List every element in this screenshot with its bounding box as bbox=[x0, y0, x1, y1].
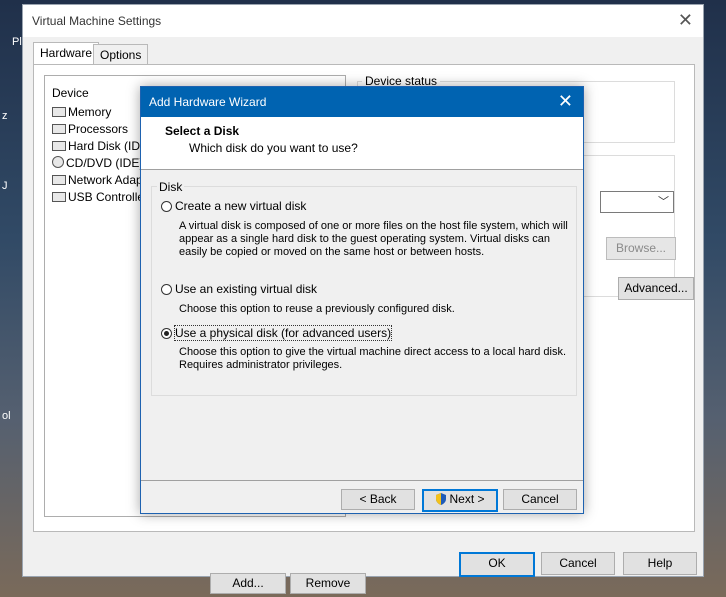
device-item-memory[interactable]: Memory bbox=[52, 104, 111, 120]
processor-icon bbox=[52, 124, 66, 134]
radio-label: Use a physical disk (for advanced users) bbox=[173, 325, 393, 341]
device-item-hard-disk[interactable]: Hard Disk (IDE) bbox=[52, 138, 152, 154]
radio-button[interactable] bbox=[161, 284, 172, 295]
cancel-button[interactable]: Cancel bbox=[503, 489, 577, 510]
option-description: A virtual disk is composed of one or mor… bbox=[179, 220, 568, 258]
next-label: Next > bbox=[449, 492, 485, 506]
device-label: Processors bbox=[68, 122, 129, 136]
wizard-subheading: Which disk do you want to use? bbox=[189, 141, 358, 155]
radio-button[interactable] bbox=[161, 328, 172, 339]
tab-hardware[interactable]: Hardware bbox=[33, 42, 100, 65]
device-column-header: Device bbox=[52, 86, 89, 100]
close-icon[interactable]: ✕ bbox=[678, 11, 693, 29]
device-item-processors[interactable]: Processors bbox=[52, 121, 128, 137]
cancel-button[interactable]: Cancel bbox=[541, 552, 615, 575]
remove-button[interactable]: Remove bbox=[290, 573, 366, 594]
device-item-usb[interactable]: USB Controller bbox=[52, 189, 148, 205]
vm-window-title: Virtual Machine Settings bbox=[32, 14, 162, 28]
shield-icon bbox=[436, 493, 447, 505]
network-icon bbox=[52, 175, 66, 185]
add-button[interactable]: Add... bbox=[210, 573, 286, 594]
device-item-cd-dvd[interactable]: CD/DVD (IDE) bbox=[52, 155, 143, 171]
browse-button[interactable]: Browse... bbox=[606, 237, 676, 260]
wizard-heading: Select a Disk bbox=[165, 124, 240, 138]
desktop-fragment: J bbox=[2, 180, 8, 192]
device-select[interactable]: ﹀ bbox=[600, 191, 674, 213]
wizard-titlebar[interactable]: Add Hardware Wizard ✕ bbox=[141, 87, 583, 117]
advanced-button[interactable]: Advanced... bbox=[618, 277, 694, 300]
option-description: Choose this option to give the virtual m… bbox=[179, 346, 567, 371]
memory-icon bbox=[52, 107, 66, 117]
radio-label: Create a new virtual disk bbox=[175, 199, 307, 213]
help-button[interactable]: Help bbox=[623, 552, 697, 575]
add-hardware-wizard: Add Hardware Wizard ✕ Select a Disk Whic… bbox=[140, 86, 584, 514]
device-label: CD/DVD (IDE) bbox=[66, 156, 144, 170]
radio-label: Use an existing virtual disk bbox=[175, 282, 318, 296]
vm-titlebar[interactable]: Virtual Machine Settings ✕ bbox=[23, 5, 703, 37]
usb-icon bbox=[52, 192, 66, 202]
next-button[interactable]: Next > bbox=[422, 489, 498, 512]
radio-button[interactable] bbox=[161, 201, 172, 212]
radio-use-existing-disk[interactable]: Use an existing virtual disk bbox=[161, 281, 317, 297]
chevron-down-icon: ﹀ bbox=[658, 196, 669, 208]
disk-group-label: Disk bbox=[157, 180, 185, 194]
cd-dvd-icon bbox=[52, 156, 64, 168]
wizard-header: Select a Disk Which disk do you want to … bbox=[141, 117, 583, 170]
device-item-network[interactable]: Network Adapte bbox=[52, 172, 153, 188]
ok-button[interactable]: OK bbox=[459, 552, 535, 577]
device-label: Memory bbox=[68, 105, 112, 119]
radio-create-new-disk[interactable]: Create a new virtual disk bbox=[161, 198, 306, 214]
wizard-title: Add Hardware Wizard bbox=[149, 95, 267, 109]
option-description: Choose this option to reuse a previously… bbox=[179, 303, 455, 315]
back-button[interactable]: < Back bbox=[341, 489, 415, 510]
tab-options[interactable]: Options bbox=[93, 44, 149, 64]
desktop-fragment: Pl bbox=[12, 36, 22, 48]
hard-disk-icon bbox=[52, 141, 66, 151]
radio-use-physical-disk[interactable]: Use a physical disk (for advanced users) bbox=[161, 325, 393, 341]
desktop-fragment: ol bbox=[2, 410, 11, 422]
desktop-fragment: z bbox=[2, 110, 8, 122]
device-label: USB Controller bbox=[68, 190, 149, 204]
close-icon[interactable]: ✕ bbox=[558, 91, 573, 111]
